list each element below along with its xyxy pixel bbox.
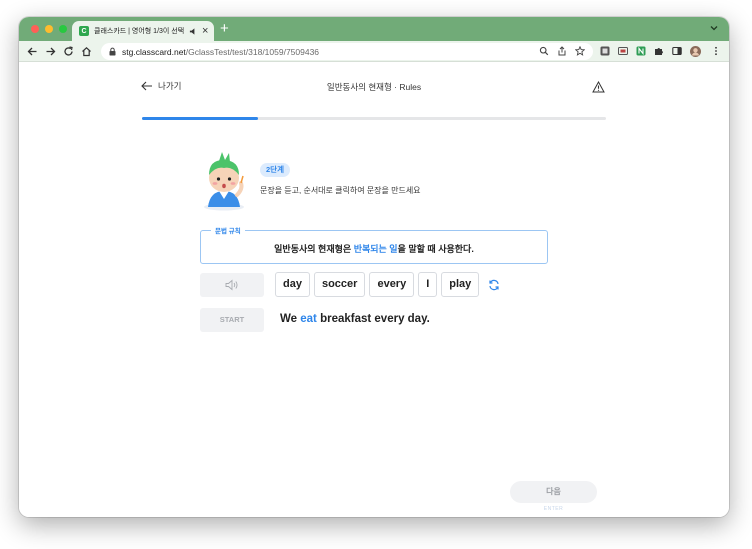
word-chip[interactable]: every — [369, 272, 415, 297]
word-chip[interactable]: play — [441, 272, 480, 297]
home-icon[interactable] — [81, 46, 92, 57]
classcard-favicon-icon: C — [79, 26, 89, 36]
browser-tab[interactable]: C 클래스카드 | 영어형 1/3이 선택 ... × — [72, 21, 214, 41]
lock-icon[interactable] — [109, 47, 116, 56]
step-badge: 2단계 — [260, 163, 290, 177]
exit-label: 나가기 — [158, 81, 182, 91]
window-minimize-button[interactable] — [45, 25, 53, 33]
start-button[interactable]: START — [200, 308, 264, 332]
share-icon[interactable] — [557, 46, 567, 56]
browser-window: C 클래스카드 | 영어형 1/3이 선택 ... × + stg.classc… — [19, 17, 729, 517]
play-audio-button[interactable] — [200, 273, 264, 297]
puzzle-icon[interactable] — [654, 46, 664, 56]
arrow-right-icon[interactable] — [45, 46, 56, 57]
grammar-rule-text: 일반동사의 현재형은 반복되는 일을 말할 때 사용한다. — [274, 244, 474, 254]
extension-n-icon[interactable] — [636, 46, 646, 56]
grammar-rule-box: 문법 규칙 일반동사의 현재형은 반복되는 일을 말할 때 사용한다. — [200, 225, 548, 264]
window-close-button[interactable] — [31, 25, 39, 33]
sidepanel-icon[interactable] — [672, 46, 682, 56]
word-chip[interactable]: I — [418, 272, 438, 297]
url-text: stg.classcard.net/GclassTest/test/318/10… — [122, 46, 320, 57]
progress-bar — [142, 117, 606, 120]
kebab-menu-icon[interactable] — [711, 46, 721, 56]
grammar-rule-highlight: 반복되는 일 — [353, 244, 398, 254]
browser-toolbar: stg.classcard.net/GclassTest/test/318/10… — [19, 41, 729, 62]
magnifier-icon[interactable] — [539, 46, 549, 56]
arrow-left-icon — [141, 81, 152, 91]
word-chip-list: day soccer every I play — [275, 272, 500, 297]
example-sentence-highlight: eat — [300, 313, 317, 325]
profile-avatar[interactable] — [690, 46, 701, 57]
instruction-text: 문장을 듣고, 순서대로 클릭하여 문장을 만드세요 — [260, 186, 421, 195]
refresh-icon[interactable] — [488, 279, 500, 291]
reload-icon[interactable] — [63, 46, 74, 57]
tab-title: 클래스카드 | 영어형 1/3이 선택 ... — [94, 28, 186, 35]
exit-button[interactable]: 나가기 — [141, 80, 181, 92]
grammar-rule-tag: 문법 규칙 — [211, 225, 245, 235]
example-sentence: We eat breakfast every day. — [280, 313, 430, 325]
word-chip[interactable]: soccer — [313, 272, 366, 297]
speaker-icon[interactable] — [189, 27, 198, 36]
page-title: 일반동사의 현재형 · Rules — [326, 82, 422, 92]
star-icon[interactable] — [575, 46, 585, 56]
mascot-boy-illustration — [204, 152, 244, 211]
word-chip[interactable]: day — [275, 272, 310, 297]
tab-close-icon[interactable]: × — [202, 25, 208, 37]
extension-square-icon[interactable] — [600, 46, 610, 56]
speaker-icon — [225, 279, 238, 291]
arrow-left-icon[interactable] — [27, 46, 38, 57]
next-shortcut-hint: ENTER — [543, 506, 564, 512]
tab-strip: C 클래스카드 | 영어형 1/3이 선택 ... × + — [19, 17, 729, 41]
window-maximize-button[interactable] — [59, 25, 67, 33]
address-bar[interactable]: stg.classcard.net/GclassTest/test/318/10… — [101, 43, 593, 60]
next-button[interactable]: 다음 — [510, 481, 597, 503]
warning-icon[interactable] — [592, 81, 605, 93]
page-content: 나가기 일반동사의 현재형 · Rules 2단계 문장을 듣고, 순서대로 클… — [19, 63, 729, 517]
progress-bar-fill — [142, 117, 258, 120]
chevron-down-icon[interactable] — [709, 23, 719, 33]
extension-cast-icon[interactable] — [618, 46, 628, 56]
new-tab-button[interactable]: + — [220, 21, 229, 37]
